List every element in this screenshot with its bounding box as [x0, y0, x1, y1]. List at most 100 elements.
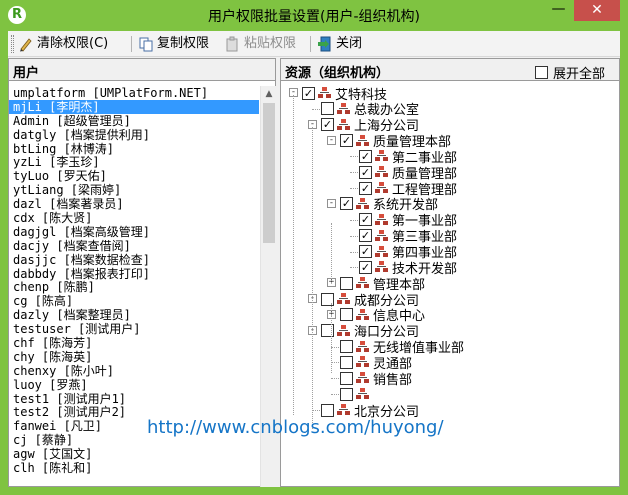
tree-guide-line — [331, 223, 332, 283]
user-list-item[interactable]: dasjjc [档案数据检查] — [9, 253, 259, 267]
checkbox-icon[interactable] — [321, 324, 334, 338]
user-list-item[interactable]: chy [陈海英] — [9, 350, 259, 364]
paste-permissions-label: 粘贴权限 — [244, 36, 297, 51]
org-tree-node[interactable]: 北京分公司 — [321, 402, 419, 420]
tree-connector — [350, 156, 358, 158]
org-unit-icon — [317, 86, 333, 100]
paste-permissions-button[interactable]: 粘贴权限 — [225, 34, 296, 54]
org-unit-icon — [355, 276, 371, 290]
checked-checkbox-icon[interactable]: ✓ — [359, 165, 372, 179]
user-list-item[interactable]: yzLi [李玉珍] — [9, 155, 259, 170]
expand-all-checkbox[interactable]: 展开全部 — [535, 63, 605, 82]
collapse-node-icon[interactable]: - — [327, 135, 336, 145]
org-tree-node-label: 销售部 — [373, 372, 413, 388]
scroll-up-arrow-icon[interactable]: ▲ — [261, 86, 277, 102]
close-window-button[interactable]: ✕ — [574, 0, 620, 21]
org-unit-icon — [355, 308, 371, 322]
user-list-item[interactable]: testuser [测试用户] — [9, 322, 259, 336]
user-list-item[interactable]: umplatform [UMPlatForm.NET] — [9, 86, 259, 100]
expand-all-label: 展开全部 — [553, 67, 606, 82]
app-window: R 用户权限批量设置(用户-组织机构) — ✕ 清除权限(C) 复制权限 粘贴权… — [0, 0, 628, 495]
checkbox-icon[interactable] — [340, 387, 353, 401]
user-list-item[interactable]: dacjy [档案查借阅] — [9, 239, 259, 253]
tree-connector — [350, 188, 358, 190]
user-list-item[interactable]: clh [陈礼和] — [9, 461, 259, 475]
org-unit-icon — [336, 324, 352, 338]
org-unit-icon — [355, 371, 371, 385]
checkbox-icon[interactable] — [340, 371, 353, 385]
toolbar-grip[interactable] — [11, 35, 14, 53]
checkbox-icon[interactable] — [340, 340, 353, 354]
checked-checkbox-icon[interactable]: ✓ — [359, 245, 372, 258]
user-list-item[interactable]: tyLuo [罗天佑] — [9, 169, 259, 183]
checked-checkbox-icon[interactable]: ✓ — [302, 86, 315, 100]
user-list-item[interactable]: mjLi [李明杰] — [9, 99, 259, 114]
tree-connector — [331, 362, 339, 364]
toolbar-separator — [131, 36, 132, 52]
client-area: 清除权限(C) 复制权限 粘贴权限 关闭 用户 umplatform [UMPl… — [8, 31, 620, 487]
user-list-item[interactable]: dagjgl [档案高级管理] — [9, 225, 259, 239]
tree-connector — [350, 219, 358, 221]
user-list-item[interactable]: chenp [陈鹏] — [9, 280, 259, 295]
user-list-item[interactable]: ytLiang [梁雨婷] — [9, 183, 259, 197]
user-list-item[interactable]: dabbdy [档案报表打印] — [9, 267, 259, 281]
org-unit-icon — [374, 165, 390, 179]
copy-icon — [138, 36, 154, 52]
expand-all-box[interactable] — [535, 66, 548, 79]
user-list-item[interactable]: dazly [档案整理员] — [9, 308, 259, 322]
tree-connector — [312, 410, 320, 411]
user-list-item[interactable]: btLing [林博涛] — [9, 142, 259, 156]
clear-permissions-label: 清除权限(C) — [37, 36, 109, 51]
checkbox-icon[interactable] — [321, 292, 334, 306]
org-panel-title: 资源（组织机构） — [285, 66, 390, 81]
checkbox-icon[interactable] — [340, 308, 353, 322]
tree-connector — [331, 394, 339, 396]
minimize-button[interactable]: — — [545, 0, 572, 21]
copy-permissions-button[interactable]: 复制权限 — [138, 34, 209, 54]
tree-connector — [350, 251, 358, 253]
user-list-item[interactable]: chf [陈海芳] — [9, 336, 259, 350]
clear-permissions-button[interactable]: 清除权限(C) — [18, 34, 108, 54]
collapse-node-icon[interactable]: - — [327, 198, 336, 208]
checkbox-icon[interactable] — [340, 355, 353, 369]
org-unit-icon — [374, 149, 390, 163]
user-list-item[interactable]: test1 [测试用户1] — [9, 392, 259, 406]
tree-connector — [331, 346, 339, 348]
user-list-item[interactable]: cdx [陈大贤] — [9, 211, 259, 225]
org-panel-header: 资源（组织机构） 展开全部 — [281, 59, 619, 82]
user-list-item[interactable]: datgly [档案提供利用] — [9, 128, 259, 142]
checkbox-icon[interactable] — [340, 276, 353, 290]
checked-checkbox-icon[interactable]: ✓ — [340, 197, 353, 211]
checked-checkbox-icon[interactable]: ✓ — [321, 118, 334, 132]
paste-icon — [225, 36, 241, 52]
window-title: 用户权限批量设置(用户-组织机构) — [208, 9, 420, 25]
tree-connector — [350, 267, 358, 269]
checked-checkbox-icon[interactable]: ✓ — [359, 181, 372, 195]
checkbox-icon[interactable] — [321, 403, 334, 417]
close-label: 关闭 — [336, 36, 363, 51]
org-tree-node[interactable]: 销售部 — [340, 370, 413, 388]
user-list-item[interactable]: agw [艾国文] — [9, 447, 259, 461]
org-unit-icon — [355, 355, 371, 369]
org-unit-icon — [336, 118, 352, 132]
user-list-item[interactable]: Admin [超级管理员] — [9, 114, 259, 128]
toolbar-separator — [310, 36, 311, 52]
tree-connector — [331, 378, 339, 380]
scroll-thumb[interactable] — [263, 103, 275, 243]
user-list-item[interactable]: dazl [档案著录员] — [9, 197, 259, 211]
title-bar[interactable]: R 用户权限批量设置(用户-组织机构) — ✕ — [0, 0, 628, 30]
watermark-url: http://www.cnblogs.com/huyong/ — [147, 417, 444, 438]
checkbox-icon[interactable] — [321, 102, 334, 116]
checked-checkbox-icon[interactable]: ✓ — [359, 229, 372, 243]
checked-checkbox-icon[interactable]: ✓ — [340, 134, 353, 148]
user-list-item[interactable]: cg [陈高] — [9, 294, 259, 308]
checked-checkbox-icon[interactable]: ✓ — [359, 260, 372, 274]
users-panel-header: 用户 — [9, 59, 275, 81]
user-list-item[interactable]: luoy [罗燕] — [9, 378, 259, 392]
org-unit-icon — [355, 387, 371, 401]
org-unit-icon — [355, 134, 371, 148]
checked-checkbox-icon[interactable]: ✓ — [359, 213, 372, 227]
close-button[interactable]: 关闭 — [317, 34, 362, 54]
checked-checkbox-icon[interactable]: ✓ — [359, 149, 372, 163]
user-list-item[interactable]: chenxy [陈小叶] — [9, 364, 259, 378]
